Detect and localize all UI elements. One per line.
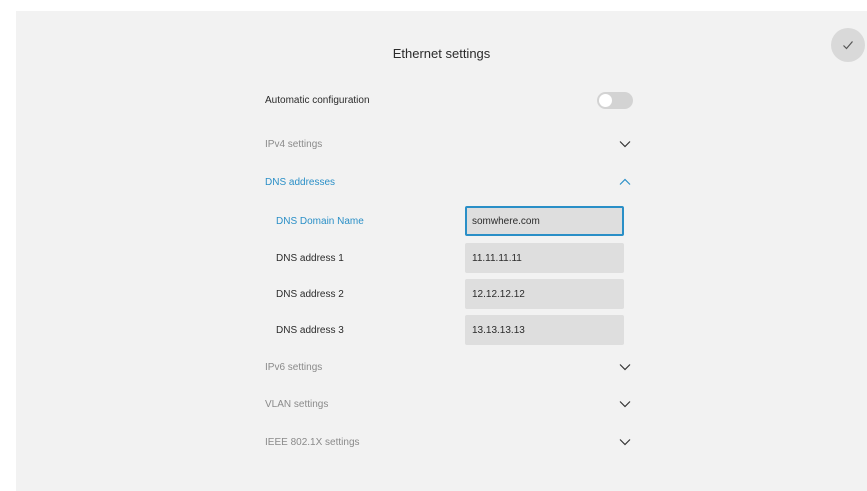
section-ipv4[interactable]: IPv4 settings bbox=[265, 129, 635, 159]
confirm-button[interactable] bbox=[831, 28, 865, 62]
section-vlan-label: VLAN settings bbox=[265, 398, 329, 410]
page-title: Ethernet settings bbox=[392, 46, 491, 61]
chevron-up-icon[interactable] bbox=[618, 175, 632, 189]
dns-address-1-input[interactable]: 11.11.11.11 bbox=[465, 243, 624, 273]
section-ipv6[interactable]: IPv6 settings bbox=[265, 352, 635, 382]
section-dns-label: DNS addresses bbox=[265, 176, 336, 188]
settings-panel: Ethernet settings Automatic configuratio… bbox=[16, 11, 867, 491]
section-ipv6-label: IPv6 settings bbox=[265, 361, 323, 373]
auto-config-label: Automatic configuration bbox=[265, 94, 370, 106]
dns-address-3-input[interactable]: 13.13.13.13 bbox=[465, 315, 624, 345]
chevron-down-icon[interactable] bbox=[618, 397, 632, 411]
chevron-down-icon[interactable] bbox=[618, 137, 632, 151]
dns-address-2-label: DNS address 2 bbox=[276, 288, 344, 300]
section-vlan[interactable]: VLAN settings bbox=[265, 389, 635, 419]
checkmark-icon bbox=[843, 41, 853, 50]
section-ieee-label: IEEE 802.1X settings bbox=[265, 436, 360, 448]
section-dns[interactable]: DNS addresses bbox=[265, 167, 635, 197]
toggle-knob bbox=[599, 93, 612, 107]
auto-config-row: Automatic configuration bbox=[265, 85, 635, 115]
chevron-down-icon[interactable] bbox=[618, 435, 632, 449]
section-ipv4-label: IPv4 settings bbox=[265, 138, 323, 150]
chevron-down-icon[interactable] bbox=[618, 360, 632, 374]
dns-domain-input[interactable]: somwhere.com bbox=[465, 206, 624, 236]
section-ieee[interactable]: IEEE 802.1X settings bbox=[265, 427, 635, 457]
dns-address-1-label: DNS address 1 bbox=[276, 252, 344, 264]
dns-address-3-label: DNS address 3 bbox=[276, 324, 344, 336]
dns-address-2-input[interactable]: 12.12.12.12 bbox=[465, 279, 624, 309]
auto-config-toggle[interactable] bbox=[597, 91, 633, 109]
dns-domain-label: DNS Domain Name bbox=[276, 215, 364, 227]
